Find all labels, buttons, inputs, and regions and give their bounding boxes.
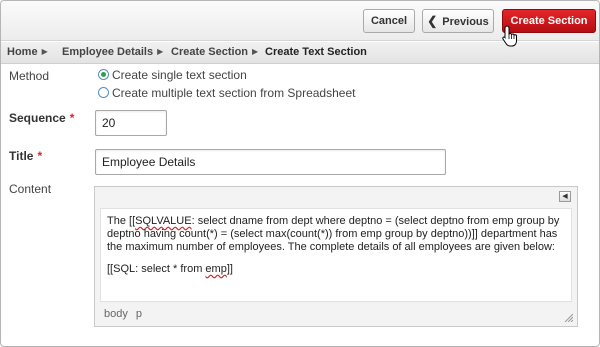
triangle-right-icon: ▶ — [41, 47, 48, 56]
sequence-input[interactable]: 20 — [95, 110, 167, 136]
breadcrumb-item-current: Create Text Section — [265, 46, 367, 58]
triangle-left-icon[interactable]: ◀ — [559, 191, 571, 202]
content-label: Content — [9, 182, 52, 196]
radio-unselected[interactable] — [98, 87, 109, 98]
method-option-single[interactable]: Create single text section — [98, 68, 247, 82]
create-text-section-dialog: Cancel ❮ Previous Create Section Home ▶ Em… — [0, 0, 600, 347]
editor-content-area[interactable]: The [[SQLVALUE: select dname from dept w… — [100, 208, 572, 302]
editor-element-path: body p — [104, 308, 147, 320]
triangle-right-icon: ▶ — [157, 47, 164, 56]
title-label: Title * — [9, 149, 43, 163]
previous-button[interactable]: ❮ Previous — [422, 9, 494, 33]
triangle-right-icon: ▶ — [252, 47, 259, 56]
cancel-button[interactable]: Cancel — [363, 9, 415, 33]
path-item-p[interactable]: p — [136, 308, 142, 320]
chevron-left-icon: ❮ — [427, 14, 438, 28]
hand-pointer-icon — [502, 25, 517, 47]
required-asterisk: * — [37, 149, 43, 163]
rich-text-editor: ◀ The [[SQLVALUE: select dname from dept… — [94, 186, 578, 327]
breadcrumb-item-create-section[interactable]: Create Section ▶ — [171, 46, 258, 58]
method-option-multiple[interactable]: Create multiple text section from Spread… — [98, 86, 355, 100]
sequence-label: Sequence * — [9, 111, 75, 125]
editor-paragraph: The [[SQLVALUE: select dname from dept w… — [107, 215, 560, 253]
breadcrumb-item-home[interactable]: Home ▶ — [7, 46, 48, 58]
previous-button-label: Previous — [442, 16, 489, 28]
title-input[interactable]: Employee Details — [95, 149, 446, 175]
path-item-body[interactable]: body — [104, 308, 128, 320]
editor-paragraph: [[SQL: select * from emp]] — [107, 263, 233, 275]
method-label: Method — [9, 69, 50, 83]
breadcrumb-item-employee-details[interactable]: Employee Details ▶ — [62, 46, 163, 58]
radio-selected[interactable] — [98, 69, 109, 80]
resize-grip-icon[interactable] — [563, 312, 573, 322]
required-asterisk: * — [69, 111, 75, 125]
